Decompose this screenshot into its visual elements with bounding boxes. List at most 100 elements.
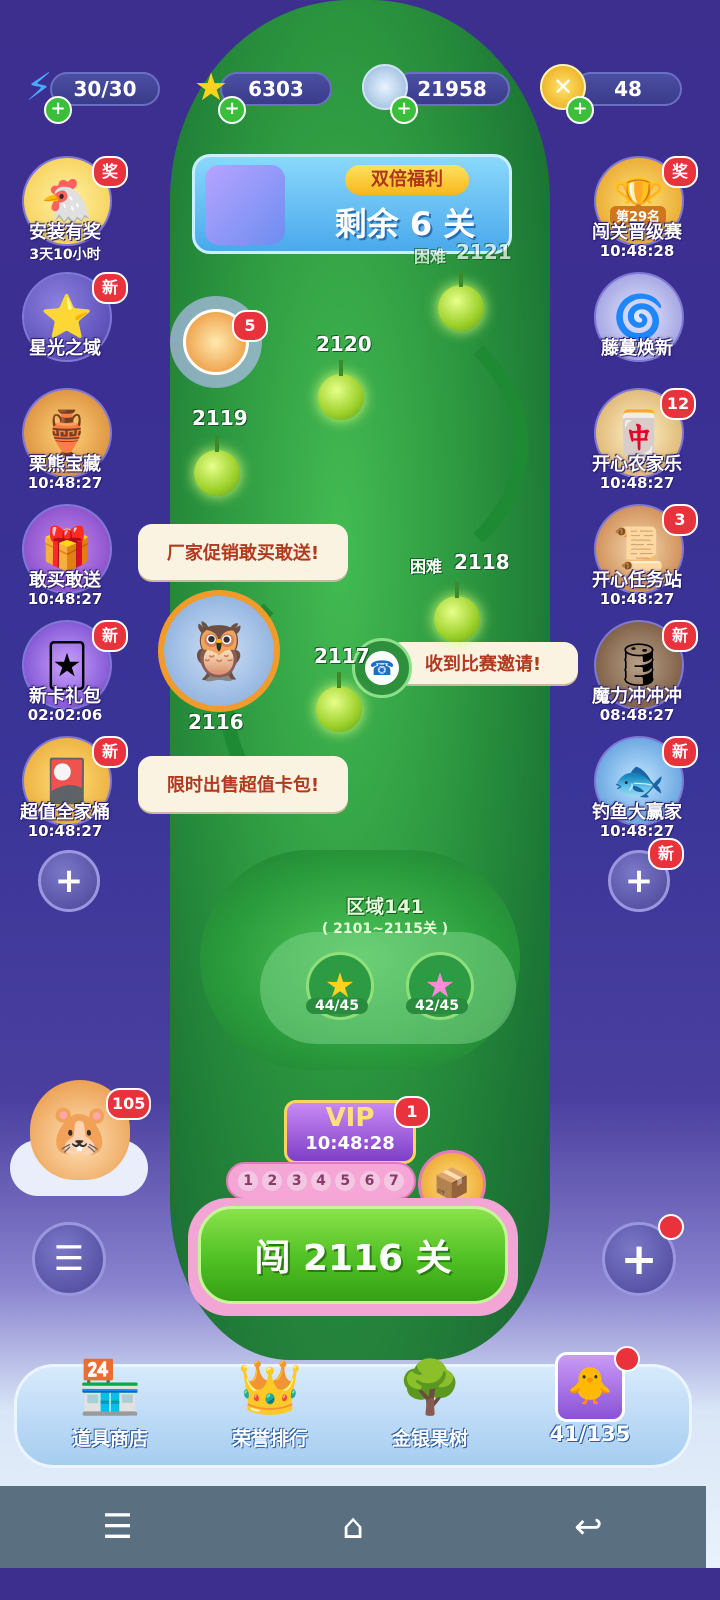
zone-star-count: 44/45 — [306, 998, 368, 1014]
event-label: 魔力冲冲冲 — [592, 686, 682, 707]
vip-step: 1 — [238, 1171, 259, 1191]
count-badge: 3 — [662, 504, 698, 536]
fishing-winner-event[interactable]: 🐟 新 钓鱼大赢家 10:48:27 — [584, 736, 698, 848]
vip-timer: 10:48:28 — [305, 1133, 395, 1154]
menu-button[interactable]: ☰ — [32, 1222, 106, 1296]
event-timer: 08:48:27 — [599, 706, 675, 724]
invite-bubble[interactable]: 收到比赛邀请! — [388, 642, 578, 684]
vip-step: 6 — [359, 1171, 380, 1191]
event-label: 钓鱼大赢家 — [592, 802, 682, 823]
event-label: 安装有奖 — [29, 222, 101, 243]
back-button[interactable]: ↩ — [548, 1497, 628, 1557]
system-navigation-bar: ☰ ⌂ ↩ — [0, 1486, 706, 1568]
level-number: 2121 — [456, 240, 512, 264]
vip-step: 5 — [335, 1171, 356, 1191]
chestnut-treasure-event[interactable]: 🏺 栗熊宝藏 10:48:27 — [12, 388, 118, 500]
level-promotion-event[interactable]: 🏆 奖 第29名 闯关晋级赛 10:48:28 — [584, 156, 698, 268]
event-timer: 10:48:28 — [599, 242, 675, 260]
count-badge: 12 — [660, 388, 696, 420]
reward-badge: 奖 — [662, 156, 698, 188]
new-badge: 新 — [92, 736, 128, 768]
level-node[interactable] — [434, 582, 480, 642]
owl-player-avatar[interactable]: 🦉 — [158, 590, 280, 712]
vip-step: 2 — [262, 1171, 283, 1191]
stars-value: 6303 — [248, 77, 304, 101]
new-badge: 新 — [92, 620, 128, 652]
crown-icon: 👑 — [237, 1358, 303, 1418]
zone-range: ( 2101~2115关 ) — [321, 921, 449, 937]
starlight-realm-event[interactable]: ⭐ 新 星光之域 — [12, 272, 128, 384]
vip-step: 3 — [286, 1171, 307, 1191]
new-card-pack-event[interactable]: 🃏 新 新卡礼包 02:02:06 — [12, 620, 128, 732]
nav-label: 41/135 — [549, 1422, 631, 1446]
install-reward-event[interactable]: 🐔 奖 安装有奖 3天10小时 — [12, 156, 128, 268]
level-node[interactable] — [194, 436, 240, 496]
add-coins-button[interactable]: + — [566, 96, 594, 124]
promo-bubble[interactable]: 限时出售超值卡包! — [138, 756, 348, 812]
nav-label: 金银果树 — [391, 1428, 468, 1450]
level-node[interactable] — [316, 672, 362, 732]
money-tree-tab[interactable]: 🌳 金银果树 — [360, 1352, 500, 1462]
event-label: 开心任务站 — [592, 570, 682, 591]
count-badge: 5 — [232, 310, 268, 342]
event-label: 开心农家乐 — [592, 454, 682, 475]
count-badge: 1 — [394, 1096, 430, 1128]
zone-panel[interactable] — [260, 932, 516, 1044]
add-stars-button[interactable]: + — [218, 96, 246, 124]
zone-rainbow-count: 42/45 — [406, 998, 468, 1014]
promo-bubble[interactable]: 厂家促销敢买敢送! — [138, 524, 348, 580]
event-timer: 10:48:27 — [599, 474, 675, 492]
event-label: 栗熊宝藏 — [29, 454, 101, 475]
play-level-button[interactable]: 闯 2116 关 — [198, 1206, 508, 1304]
level-number: 2120 — [316, 332, 372, 356]
new-badge: 新 — [92, 272, 128, 304]
card-album-tab[interactable]: 🐥 41/135 — [520, 1352, 660, 1462]
level-node[interactable] — [438, 271, 484, 331]
task-station-event[interactable]: 📜 3 开心任务站 10:48:27 — [584, 504, 698, 616]
buy-get-free-event[interactable]: 🎁 敢买敢送 10:48:27 — [12, 504, 118, 616]
family-bucket-event[interactable]: 🎴 新 超值全家桶 10:48:27 — [12, 736, 128, 848]
event-timer: 3天10小时 — [29, 247, 101, 263]
banner-tag: 双倍福利 — [345, 165, 469, 195]
level-number: 2119 — [192, 406, 248, 430]
home-button[interactable]: ⌂ — [313, 1497, 393, 1557]
level-number: 2116 — [188, 710, 244, 734]
tree-icon: 🌳 — [397, 1358, 463, 1418]
event-timer: 02:02:06 — [27, 706, 103, 724]
add-energy-button[interactable]: + — [44, 96, 72, 124]
notification-dot — [614, 1346, 640, 1372]
vine-renewal-event[interactable]: 🌀 藤蔓焕新 — [584, 272, 690, 384]
happy-farm-event[interactable]: 🀄 12 开心农家乐 10:48:27 — [584, 388, 696, 500]
vip-step: 7 — [383, 1171, 404, 1191]
zone-title: 区域141 — [346, 896, 424, 918]
double-bonus-banner[interactable]: 双倍福利 剩余 6 关 — [192, 154, 512, 254]
new-badge: 新 — [648, 838, 684, 870]
level-number: 2118 — [454, 550, 510, 574]
hard-label: 困难 — [410, 557, 443, 576]
nav-label: 道具商店 — [71, 1428, 148, 1450]
left-add-button[interactable]: + — [38, 850, 100, 912]
recent-apps-button[interactable]: ☰ — [78, 1497, 158, 1557]
level-node[interactable] — [318, 360, 364, 420]
new-badge: 新 — [662, 620, 698, 652]
gems-value: 21958 — [417, 77, 487, 101]
energy-value: 30/30 — [73, 77, 137, 101]
vine-feather-icon — [205, 165, 285, 245]
notification-dot — [658, 1214, 684, 1240]
event-label: 超值全家桶 — [20, 802, 110, 823]
level-number: 2117 — [314, 644, 370, 668]
event-timer: 10:48:27 — [27, 590, 103, 608]
item-shop-tab[interactable]: 🏪 道具商店 — [40, 1352, 180, 1462]
nav-label: 荣誉排行 — [231, 1428, 308, 1450]
honor-ranking-tab[interactable]: 👑 荣誉排行 — [200, 1352, 340, 1462]
add-gems-button[interactable]: + — [390, 96, 418, 124]
magic-rush-event[interactable]: 🛢 新 魔力冲冲冲 08:48:27 — [584, 620, 698, 732]
event-label: 敢买敢送 — [29, 570, 101, 591]
vip-progress-steps: 1 2 3 4 5 6 7 — [226, 1162, 416, 1200]
shop-icon: 🏪 — [77, 1358, 143, 1418]
count-badge: 105 — [106, 1088, 152, 1120]
event-label: 新卡礼包 — [29, 686, 101, 707]
new-badge: 新 — [662, 736, 698, 768]
event-label: 藤蔓焕新 — [601, 338, 673, 359]
event-timer: 10:48:27 — [599, 822, 675, 840]
